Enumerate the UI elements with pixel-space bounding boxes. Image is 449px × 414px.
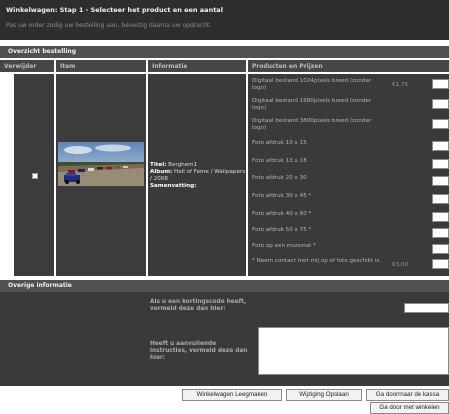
product-label: Foto afdruk 40 x 60 * bbox=[252, 211, 312, 217]
continue-shopping-button[interactable]: Ga door met winkelen bbox=[370, 402, 449, 414]
column-header-info: Informatie bbox=[148, 60, 246, 72]
column-header-products: Producten en Prijzen bbox=[248, 60, 449, 72]
empty-cart-button[interactable]: Winkelwagen Leegmaken bbox=[182, 389, 282, 401]
column-header-remove: Verwijder bbox=[0, 60, 54, 72]
other-info-bar: Overige informatie bbox=[0, 280, 449, 292]
product-price: €1,75 bbox=[392, 82, 409, 88]
quantity-input[interactable] bbox=[432, 244, 449, 254]
instructions-textarea[interactable] bbox=[258, 327, 449, 375]
item-info: Titel: Berghem1 Album: Hall of Fame / Wa… bbox=[150, 162, 246, 190]
other-info-label: Overige informatie bbox=[8, 282, 72, 289]
quantity-input[interactable] bbox=[432, 99, 449, 109]
coupon-input[interactable] bbox=[404, 303, 449, 313]
quantity-input[interactable] bbox=[432, 194, 449, 204]
quantity-input[interactable] bbox=[432, 176, 449, 186]
quantity-input[interactable] bbox=[432, 212, 449, 222]
instructions-label: Heeft u aanvullende instructies, vermeld… bbox=[150, 341, 248, 361]
product-label: Foto afdruk 20 x 30 bbox=[252, 175, 307, 181]
product-label: Foto op een muismat * bbox=[252, 243, 316, 249]
quantity-input[interactable] bbox=[432, 228, 449, 238]
title-label: Titel: bbox=[150, 162, 167, 168]
order-overview-bar: Overzicht bestelling bbox=[0, 46, 449, 58]
column-header-item: Item bbox=[56, 60, 146, 72]
product-thumbnail[interactable] bbox=[58, 142, 144, 186]
product-label: Foto afdruk 10 x 15 bbox=[252, 140, 307, 146]
remove-checkbox[interactable] bbox=[32, 173, 38, 179]
order-overview-label: Overzicht bestelling bbox=[8, 48, 76, 55]
product-price: €3,00 bbox=[392, 262, 409, 268]
quantity-input[interactable] bbox=[432, 159, 449, 169]
product-label: Foto afdruk 30 x 45 * bbox=[252, 193, 312, 199]
product-label: Digitaal bestand 3800pixels breed (zonde… bbox=[252, 118, 372, 131]
summary-label: Samenvatting: bbox=[150, 183, 197, 189]
product-label: Digitaal bestand 1680pixels breed (zonde… bbox=[252, 98, 372, 111]
quantity-input[interactable] bbox=[432, 119, 449, 129]
album-label: Album: bbox=[150, 169, 173, 175]
quantity-input[interactable] bbox=[432, 141, 449, 151]
page-subtitle: Pas uw order zodig uw bestelling aan, be… bbox=[6, 22, 212, 29]
page-header: Winkelwagen: Stap 1 - Selecteer het prod… bbox=[0, 0, 449, 40]
product-label: Digitaal bestand 1024pixels breed (zonde… bbox=[252, 78, 372, 91]
product-label: * Neem contact met mij op of foto geschi… bbox=[252, 258, 382, 264]
product-label: Foto afdruk 13 x 18 bbox=[252, 158, 307, 164]
checkout-button[interactable]: Ga doorrnaar de kassa bbox=[366, 389, 449, 401]
quantity-input[interactable] bbox=[432, 259, 449, 269]
quantity-input[interactable] bbox=[432, 79, 449, 89]
title-value: Berghem1 bbox=[168, 162, 198, 168]
product-label: Foto afdruk 50 x 75 * bbox=[252, 227, 312, 233]
page-title: Winkelwagen: Stap 1 - Selecteer het prod… bbox=[6, 6, 223, 14]
coupon-label: Als u een kortingscode heeft, vermeld de… bbox=[150, 299, 247, 312]
save-changes-button[interactable]: Wijziging Opslaan bbox=[286, 389, 362, 401]
